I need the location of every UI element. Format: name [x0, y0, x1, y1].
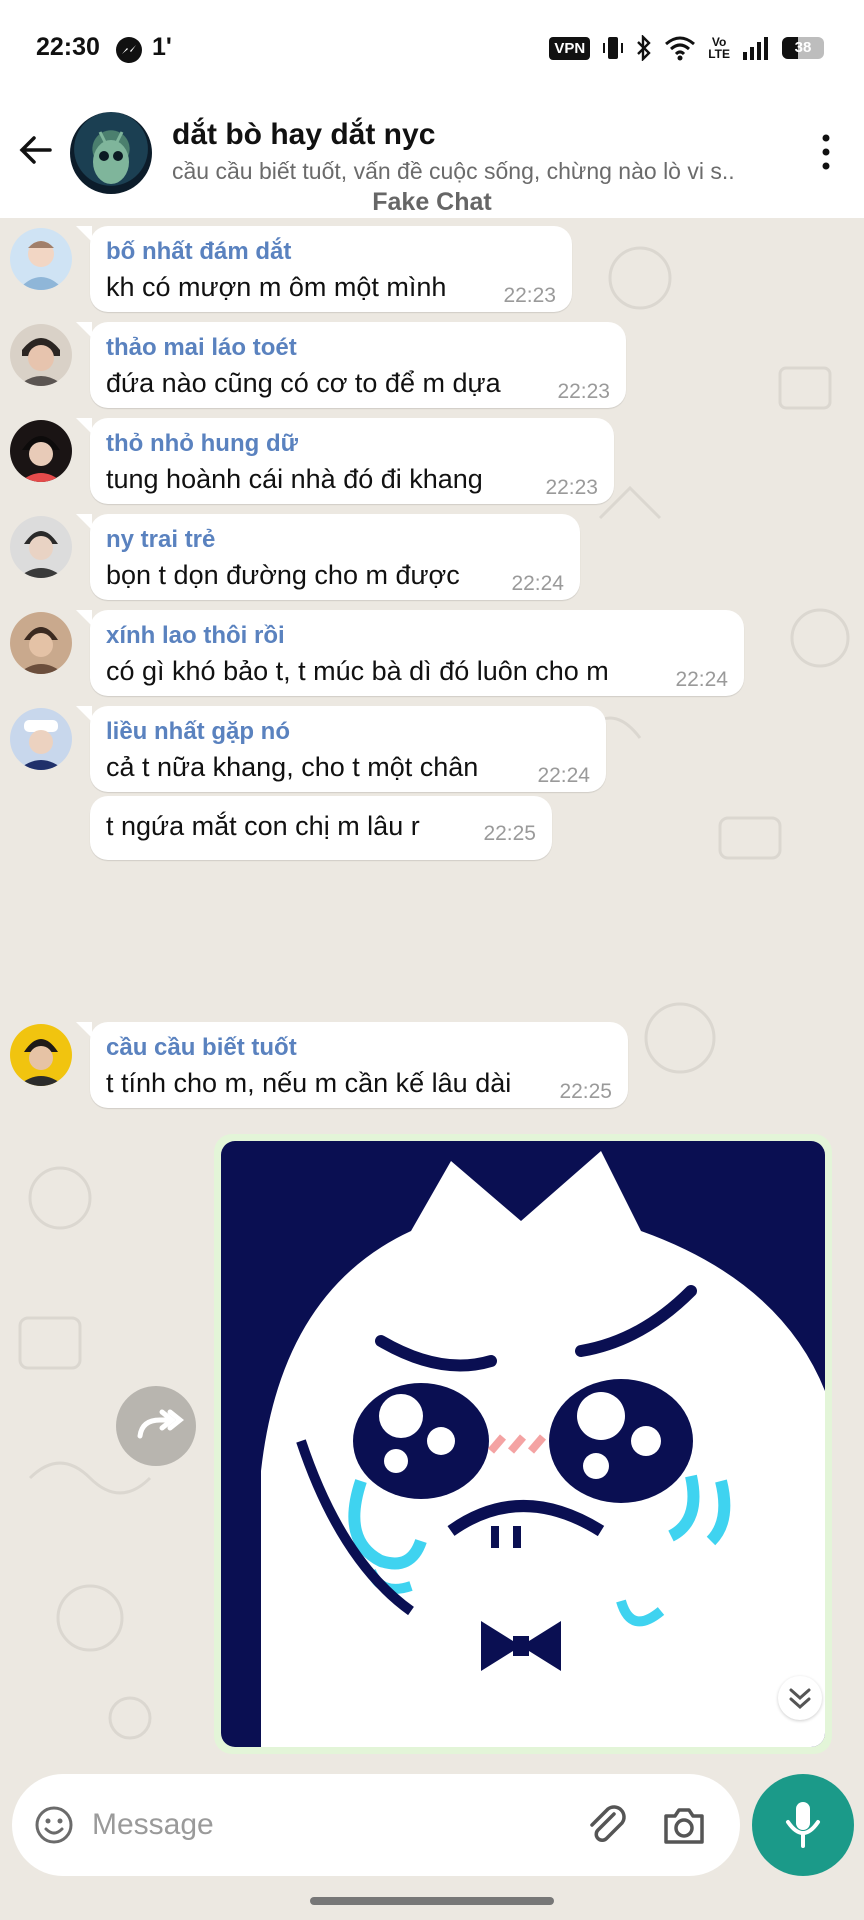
avatar[interactable]	[10, 516, 72, 578]
home-indicator[interactable]	[310, 1897, 554, 1905]
message-item[interactable]: t ngứa mắt con chị m lâu r 22:25	[0, 794, 864, 864]
message-time: 22:24	[675, 668, 728, 691]
message-text: có gì khó bảo t, t múc bà dì đó luôn cho…	[106, 656, 609, 686]
avatar[interactable]	[10, 420, 72, 482]
messenger-icon	[116, 37, 142, 63]
message-item[interactable]: xính lao thôi rồi có gì khó bảo t, t múc…	[0, 602, 864, 702]
forward-icon	[137, 1409, 185, 1439]
sender-name: xính lao thôi rồi	[106, 622, 285, 649]
bluetooth-icon	[637, 35, 651, 61]
back-arrow-icon[interactable]	[14, 128, 58, 172]
message-bubble[interactable]: thảo mai láo toét đứa nào cũng có cơ to …	[76, 322, 626, 408]
message-text: đứa nào cũng có cơ to để m dựa	[106, 368, 501, 398]
chat-members[interactable]: cầu cầu biết tuốt, vấn đề cuộc sống, chừ…	[172, 158, 752, 185]
message-time: 22:24	[511, 572, 564, 595]
message-item[interactable]: thảo mai láo toét đứa nào cũng có cơ to …	[0, 314, 864, 414]
message-input[interactable]	[90, 1794, 564, 1856]
fake-chat-label: Fake Chat	[372, 188, 492, 216]
sender-name: bố nhất đám dắt	[106, 238, 292, 265]
camera-icon[interactable]	[662, 1804, 706, 1846]
message-time: 22:24	[537, 764, 590, 787]
message-bubble[interactable]: ny trai trẻ bọn t dọn đường cho m được 2…	[76, 514, 580, 600]
battery-level: 38	[794, 39, 812, 56]
message-item[interactable]: thỏ nhỏ hung dữ tung hoành cái nhà đó đi…	[0, 410, 864, 510]
status-time: 22:30	[36, 33, 100, 61]
status-icons: VPN Vo LTE 38	[549, 30, 824, 66]
sender-name: ny trai trẻ	[106, 526, 216, 553]
avatar[interactable]	[10, 324, 72, 386]
message-text: bọn t dọn đường cho m được	[106, 560, 460, 590]
message-composer	[12, 1774, 740, 1876]
message-bubble[interactable]: xính lao thôi rồi có gì khó bảo t, t múc…	[76, 610, 744, 696]
message-bubble[interactable]: liều nhất gặp nó cả t nữa khang, cho t m…	[76, 706, 606, 792]
message-text: cả t nữa khang, cho t một chân	[106, 752, 479, 782]
sender-name: thỏ nhỏ hung dữ	[106, 430, 298, 457]
battery-icon: 38	[782, 37, 824, 59]
wifi-icon	[665, 36, 696, 61]
sender-name: liều nhất gặp nó	[106, 718, 290, 745]
group-avatar[interactable]	[70, 112, 152, 194]
more-options-icon[interactable]	[814, 132, 838, 172]
message-text: t ngứa mắt con chị m lâu r	[106, 811, 420, 841]
attach-icon[interactable]	[584, 1802, 630, 1848]
message-time: 22:25	[559, 1080, 612, 1103]
volte-icon: Vo LTE	[708, 35, 730, 61]
vpn-icon: VPN	[549, 36, 591, 60]
message-bubble[interactable]: cầu cầu biết tuốt t tính cho m, nếu m cầ…	[76, 1022, 628, 1108]
message-time: 22:23	[545, 476, 598, 499]
voice-record-button[interactable]	[752, 1774, 854, 1876]
emoji-icon[interactable]	[34, 1805, 74, 1845]
message-item[interactable]: liều nhất gặp nó cả t nữa khang, cho t m…	[0, 698, 864, 798]
avatar[interactable]	[10, 708, 72, 770]
sender-name: cầu cầu biết tuốt	[106, 1034, 297, 1061]
forward-button[interactable]	[116, 1386, 196, 1466]
message-item[interactable]: cầu cầu biết tuốt t tính cho m, nếu m cầ…	[0, 1014, 864, 1114]
message-bubble[interactable]: thỏ nhỏ hung dữ tung hoành cái nhà đó đi…	[76, 418, 614, 504]
message-time: 22:25	[483, 822, 536, 845]
message-bubble[interactable]: t ngứa mắt con chị m lâu r 22:25	[90, 796, 552, 860]
chat-title[interactable]: dắt bò hay dắt nyc	[172, 118, 435, 152]
message-text: tung hoành cái nhà đó đi khang	[106, 464, 483, 494]
message-time: 22:23	[557, 380, 610, 403]
message-text: kh có mượn m ôm một mình	[106, 272, 447, 302]
double-chevron-down-icon	[789, 1688, 811, 1710]
sender-name: thảo mai láo toét	[106, 334, 297, 361]
status-bar: 22:30 1' VPN Vo LTE 38	[0, 0, 864, 100]
avatar[interactable]	[10, 612, 72, 674]
signal-icon	[743, 37, 768, 60]
message-bubble[interactable]: bố nhất đám dắt kh có mượn m ôm một mình…	[76, 226, 572, 312]
message-time: 22:23	[503, 284, 556, 307]
message-text: t tính cho m, nếu m cần kế lâu dài	[106, 1068, 512, 1098]
vibrate-icon	[603, 37, 624, 59]
avatar[interactable]	[10, 1024, 72, 1086]
message-item[interactable]: ny trai trẻ bọn t dọn đường cho m được 2…	[0, 506, 864, 606]
scroll-to-bottom-button[interactable]	[778, 1676, 822, 1720]
avatar[interactable]	[10, 228, 72, 290]
sticker-image[interactable]	[221, 1141, 825, 1747]
microphone-icon	[786, 1802, 820, 1848]
chat-header: dắt bò hay dắt nyc cầu cầu biết tuốt, vấ…	[0, 100, 864, 218]
message-item[interactable]: bố nhất đám dắt kh có mượn m ôm một mình…	[0, 218, 864, 318]
notification-count: 1'	[152, 33, 172, 61]
